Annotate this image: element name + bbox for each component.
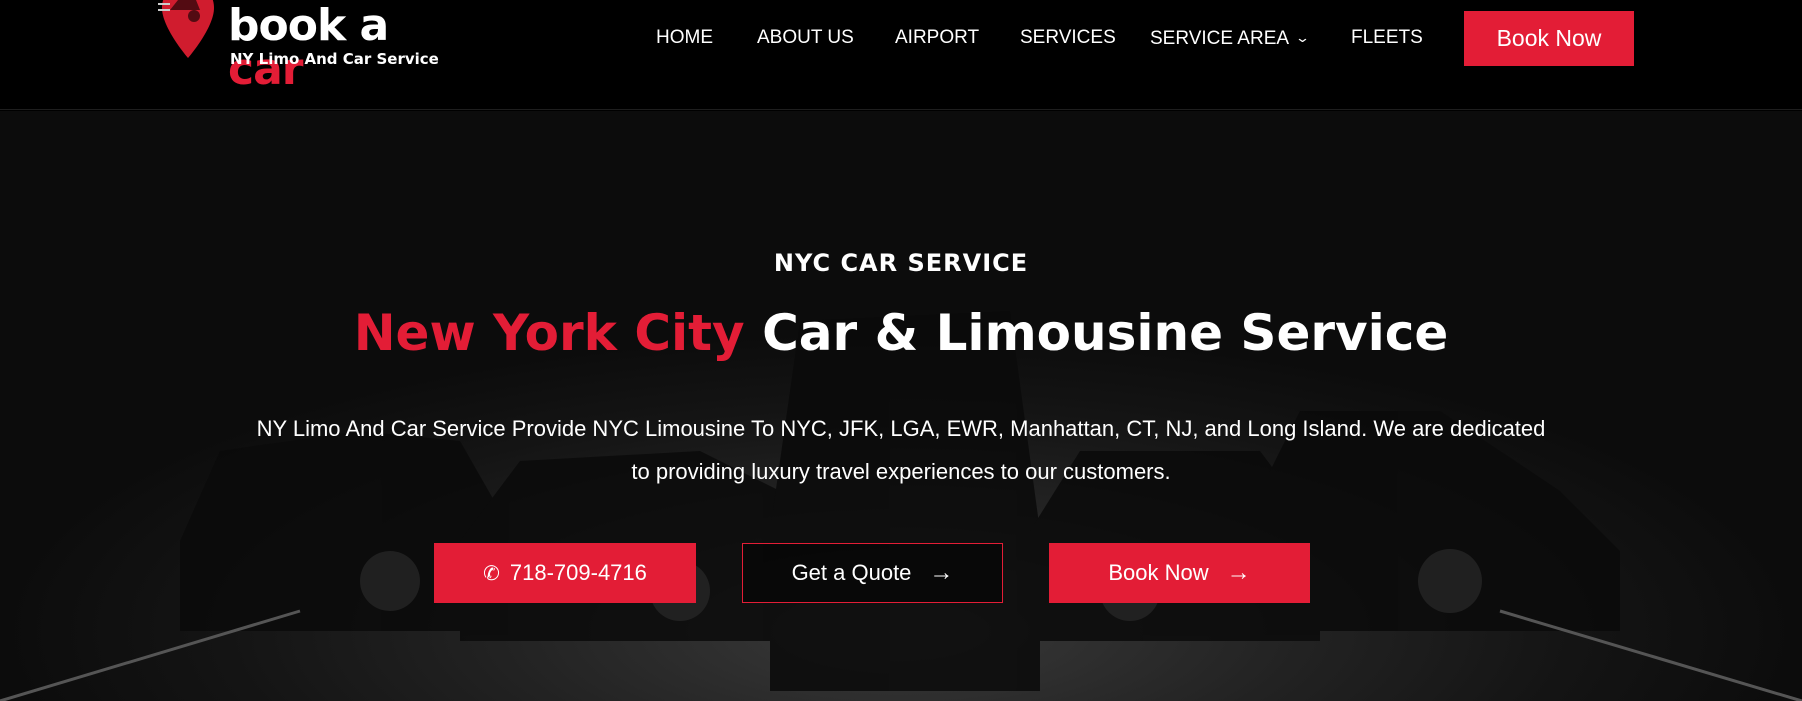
hero-title-accent: New York City xyxy=(353,304,745,362)
get-a-quote-label: Get a Quote xyxy=(791,560,912,585)
map-pin-car-icon xyxy=(158,0,214,58)
nav-service-area-label: SERVICE AREA xyxy=(1150,28,1290,49)
chevron-down-icon: ⌄ xyxy=(1294,30,1311,45)
phone-number: 718-709-4716 xyxy=(509,560,647,585)
call-phone-button[interactable]: ✆ 718-709-4716 xyxy=(434,543,696,603)
nav-airport[interactable]: AIRPORT xyxy=(895,26,979,50)
phone-icon: ✆ xyxy=(483,562,500,585)
logo[interactable]: book a car NY Limo And Car Service xyxy=(138,0,458,92)
hero-title: New York City Car & Limousine Service xyxy=(0,304,1802,362)
hero-book-now-button[interactable]: Book Now → xyxy=(1049,543,1310,603)
nav-about-us[interactable]: ABOUT US xyxy=(757,26,854,50)
hero-eyebrow: NYC CAR SERVICE xyxy=(773,249,1029,277)
hero-background-cars-image xyxy=(0,311,1802,701)
get-a-quote-button[interactable]: Get a Quote → xyxy=(742,543,1003,603)
site-header: book a car NY Limo And Car Service HOME … xyxy=(0,0,1802,110)
arrow-right-icon: → xyxy=(929,559,954,586)
nav-service-area[interactable]: SERVICE AREA ⌄ xyxy=(1150,26,1311,51)
nav-services[interactable]: SERVICES xyxy=(1020,26,1116,50)
hero-title-rest: Car & Limousine Service xyxy=(744,304,1449,362)
arrow-right-icon: → xyxy=(1226,559,1251,586)
logo-tagline: NY Limo And Car Service xyxy=(230,50,439,68)
nav-fleets[interactable]: FLEETS xyxy=(1351,26,1423,50)
hero-section: NYC CAR SERVICE New York City Car & Limo… xyxy=(0,111,1802,701)
hero-book-now-label: Book Now xyxy=(1108,560,1209,585)
hero-description: NY Limo And Car Service Provide NYC Limo… xyxy=(256,416,1546,484)
logo-brand: book a car xyxy=(228,4,458,92)
header-book-now-button[interactable]: Book Now xyxy=(1464,11,1634,66)
nav-home[interactable]: HOME xyxy=(656,26,713,50)
